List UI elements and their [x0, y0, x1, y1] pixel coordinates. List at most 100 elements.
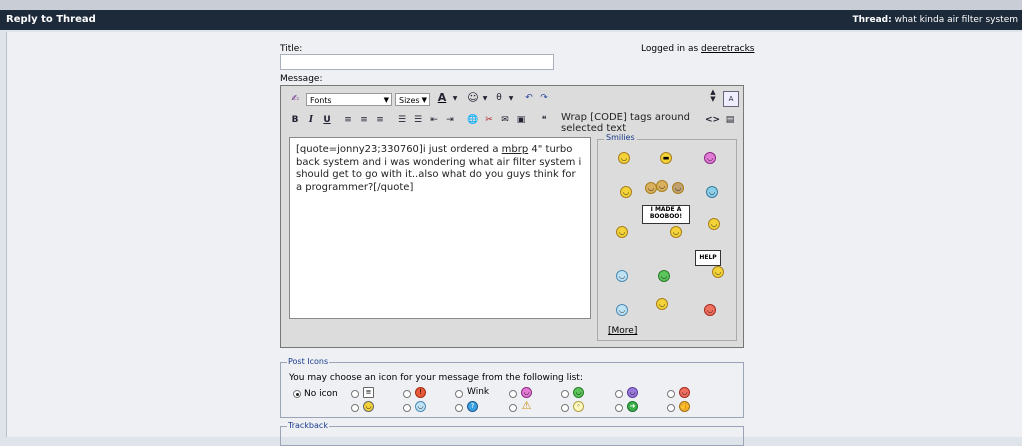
- trackback-legend: Trackback: [287, 421, 329, 430]
- icon-radio[interactable]: [509, 390, 517, 398]
- logged-in-info: Logged in as deeretracks: [641, 44, 754, 54]
- alien-icon[interactable]: ◡: [658, 270, 670, 282]
- icon-radio[interactable]: [615, 390, 623, 398]
- ordered-list-icon[interactable]: ☰: [395, 113, 409, 127]
- document-icon: ≡: [363, 387, 374, 398]
- post-icons-instructions: You may choose an icon for your message …: [289, 373, 583, 383]
- thumbs-up-icon: 👍: [679, 401, 690, 412]
- icon-radio[interactable]: [667, 390, 675, 398]
- insert-link-icon[interactable]: 🌐: [466, 113, 480, 127]
- font-select-value: Fonts: [310, 96, 332, 105]
- size-select[interactable]: Sizes ▼: [395, 93, 430, 106]
- username-link[interactable]: deeretracks: [701, 44, 754, 54]
- wrap-code-label: Wrap [CODE] tags around selected text: [561, 112, 691, 134]
- align-left-icon[interactable]: ≡: [341, 113, 355, 127]
- undo-icon[interactable]: ↶: [522, 91, 536, 105]
- smile-icon[interactable]: ◡: [618, 152, 630, 164]
- thread-label: Thread:: [852, 15, 892, 25]
- outdent-icon[interactable]: ⇤: [427, 113, 441, 127]
- beer-icon[interactable]: ◡: [656, 180, 668, 192]
- wink-icon[interactable]: ◡: [620, 186, 632, 198]
- cold-icon[interactable]: ◡: [706, 186, 718, 198]
- chevron-down-icon: ▼: [383, 96, 389, 104]
- quote-icon[interactable]: ❝: [537, 113, 551, 127]
- icon-radio[interactable]: [351, 404, 359, 412]
- title-input[interactable]: [280, 54, 554, 70]
- wink-label: Wink: [467, 387, 490, 397]
- frozen-icon[interactable]: ◡: [616, 304, 628, 316]
- wink-radio[interactable]: [455, 390, 463, 398]
- message-label: Message:: [280, 74, 323, 84]
- smilies-box: Smilies ◡ ▬ ◡ ◡ ◡ ◡ ◡ ◡ I MADE A BOOBOO!…: [597, 133, 737, 341]
- chevron-down-icon: ▼: [421, 96, 427, 104]
- purple-face-icon: ◡: [627, 387, 638, 398]
- code-tags-icon[interactable]: <>: [705, 113, 720, 127]
- smile-icon: ◡: [363, 401, 374, 412]
- page-title: Reply to Thread: [6, 14, 96, 25]
- resize-arrows-icon[interactable]: ▲ ▼: [706, 89, 720, 103]
- bold-button[interactable]: B: [288, 113, 302, 127]
- post-icons-fieldset: Post Icons You may choose an icon for yo…: [280, 357, 744, 418]
- top-strip: [0, 0, 1022, 10]
- chevron-down-icon[interactable]: ▼: [478, 92, 492, 106]
- icon-radio[interactable]: [615, 404, 623, 412]
- fly-icon[interactable]: ◡: [616, 226, 628, 238]
- more-smilies-link[interactable]: [More]: [608, 326, 637, 336]
- underline-button[interactable]: U: [320, 113, 334, 127]
- mbrp-link[interactable]: mbrp: [502, 144, 529, 155]
- tongue-icon[interactable]: ◡: [704, 152, 716, 164]
- size-select-value: Sizes: [399, 96, 420, 105]
- drink-icon[interactable]: ◡: [672, 182, 684, 194]
- booboo-sign-icon[interactable]: I MADE A BOOBOO!: [642, 205, 690, 224]
- cool-icon: ◡: [415, 401, 426, 412]
- exclamation-icon: !: [415, 387, 426, 398]
- message-editor: ✍ Fonts ▼ Sizes ▼ A ▼ ☺ ▼ θ ▼ ↶ ↷ ▲ ▼ A B I…: [280, 85, 744, 348]
- help-sign-icon[interactable]: HELP: [695, 250, 721, 266]
- icon-radio[interactable]: [403, 404, 411, 412]
- cool-icon[interactable]: ▬: [660, 152, 672, 164]
- tongue-icon: ◡: [521, 387, 532, 398]
- page-titlebar: Reply to Thread Thread: what kinda air f…: [0, 10, 1022, 30]
- icon-radio[interactable]: [509, 404, 517, 412]
- no-icon-radio[interactable]: [293, 390, 301, 398]
- align-right-icon[interactable]: ≡: [373, 113, 387, 127]
- help-smiley-icon[interactable]: ◡: [712, 266, 724, 278]
- thread-info: Thread: what kinda air filter system: [853, 15, 1018, 25]
- unordered-list-icon[interactable]: ☰: [411, 113, 425, 127]
- redo-icon[interactable]: ↷: [537, 91, 551, 105]
- remove-format-icon[interactable]: ✍: [288, 92, 302, 106]
- booboo-smiley-icon[interactable]: ◡: [670, 226, 682, 238]
- icon-radio[interactable]: [403, 390, 411, 398]
- chevron-down-icon[interactable]: ▼: [504, 92, 518, 106]
- chevron-down-icon[interactable]: ▼: [448, 92, 462, 106]
- italic-button[interactable]: I: [304, 113, 318, 127]
- message-textarea[interactable]: [quote=jonny23;330760]i just ordered a m…: [289, 137, 591, 319]
- angry-icon[interactable]: ◡: [704, 304, 716, 316]
- cheering-icon[interactable]: ◡: [656, 298, 668, 310]
- icon-radio[interactable]: [561, 404, 569, 412]
- logged-in-text: Logged in as: [641, 44, 699, 54]
- icon-radio[interactable]: [561, 390, 569, 398]
- more-smilies[interactable]: [More]: [608, 326, 637, 336]
- shades-icon[interactable]: ◡: [616, 270, 628, 282]
- arrow-icon: ➜: [627, 401, 638, 412]
- question-icon: ?: [467, 401, 478, 412]
- insert-image-icon[interactable]: ▣: [514, 113, 528, 127]
- text-color-icon[interactable]: A: [435, 91, 449, 105]
- warning-icon: ⚠: [521, 399, 532, 412]
- icon-radio[interactable]: [455, 404, 463, 412]
- remove-link-icon[interactable]: ✂: [482, 113, 496, 127]
- php-code-icon[interactable]: ▤: [723, 113, 737, 127]
- indent-icon[interactable]: ⇥: [443, 113, 457, 127]
- trackback-fieldset: Trackback: [280, 421, 744, 446]
- icon-radio[interactable]: [667, 404, 675, 412]
- icon-radio[interactable]: [351, 390, 359, 398]
- waving-icon[interactable]: ◡: [708, 218, 720, 230]
- font-select[interactable]: Fonts ▼: [306, 93, 392, 106]
- alien-icon: ◡: [573, 387, 584, 398]
- message-text-start: [quote=jonny23;330760]i just ordered a: [296, 144, 502, 155]
- post-icons-legend: Post Icons: [287, 357, 330, 366]
- align-center-icon[interactable]: ≡: [357, 113, 371, 127]
- insert-email-icon[interactable]: ✉: [498, 113, 512, 127]
- switch-mode-icon[interactable]: A: [723, 91, 739, 107]
